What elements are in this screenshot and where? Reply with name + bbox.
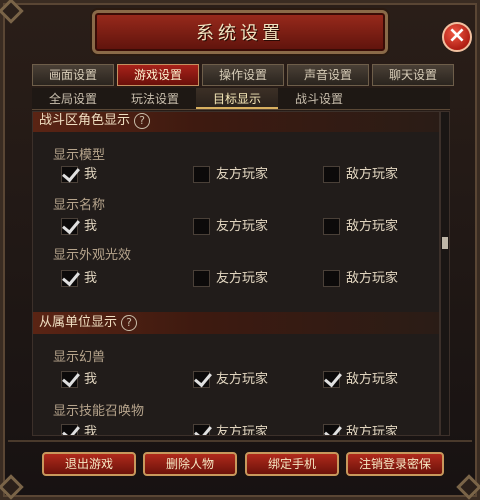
section-header-subordinate: 从属单位显示?	[33, 312, 439, 334]
section-title: 从属单位显示	[39, 315, 118, 330]
subtab-global[interactable]: 全局设置	[32, 88, 114, 109]
subtab-gameplay[interactable]: 玩法设置	[114, 88, 196, 109]
subtab-target-display[interactable]: 目标显示	[196, 88, 278, 109]
checkbox-effect-ally[interactable]: 友方玩家	[193, 270, 268, 290]
checkbox-summon-self[interactable]: 我	[61, 424, 97, 435]
checkbox-icon	[61, 371, 78, 388]
group-label: 显示名称	[53, 198, 106, 213]
tab-chat[interactable]: 聊天设置	[372, 64, 454, 86]
checkbox-icon	[193, 424, 210, 435]
checkbox-icon	[61, 218, 78, 235]
checkbox-name-enemy[interactable]: 敌方玩家	[323, 218, 398, 238]
checkbox-beast-ally[interactable]: 友方玩家	[193, 371, 268, 391]
checkbox-model-ally[interactable]: 友方玩家	[193, 166, 268, 186]
checkbox-icon	[193, 270, 210, 287]
delete-character-button[interactable]: 删除人物	[143, 452, 237, 476]
checkbox-icon	[193, 371, 210, 388]
tab-game[interactable]: 游戏设置	[117, 64, 199, 86]
cancel-login-protection-button[interactable]: 注销登录密保	[346, 452, 444, 476]
group-label: 显示模型	[53, 148, 106, 163]
help-icon[interactable]: ?	[121, 314, 138, 331]
checkbox-icon	[61, 270, 78, 287]
checkbox-icon	[323, 371, 340, 388]
checkbox-icon	[323, 270, 340, 287]
checkbox-name-self[interactable]: 我	[61, 218, 97, 238]
checkbox-icon	[61, 424, 78, 435]
window-title: 系统设置	[196, 23, 284, 44]
checkbox-icon	[61, 166, 78, 183]
checkbox-icon	[193, 166, 210, 183]
tab-controls[interactable]: 操作设置	[202, 64, 284, 86]
checkbox-beast-enemy[interactable]: 敌方玩家	[323, 371, 398, 391]
exit-game-button[interactable]: 退出游戏	[42, 452, 136, 476]
close-icon[interactable]: ×	[442, 22, 472, 52]
title-bar: 系统设置	[92, 10, 388, 54]
group-label: 显示技能召唤物	[53, 404, 145, 419]
checkbox-beast-self[interactable]: 我	[61, 371, 97, 391]
checkbox-icon	[193, 218, 210, 235]
bind-phone-button[interactable]: 绑定手机	[245, 452, 339, 476]
group-label: 显示外观光效	[53, 248, 132, 263]
group-label: 显示幻兽	[53, 350, 106, 365]
scrollbar-thumb[interactable]	[442, 237, 448, 249]
checkbox-model-enemy[interactable]: 敌方玩家	[323, 166, 398, 186]
subtab-combat[interactable]: 战斗设置	[278, 88, 360, 109]
checkbox-icon	[323, 424, 340, 435]
checkbox-effect-self[interactable]: 我	[61, 270, 97, 290]
checkbox-summon-ally[interactable]: 友方玩家	[193, 424, 268, 435]
checkbox-icon	[323, 218, 340, 235]
section-header-combat-roles: 战斗区角色显示?	[33, 112, 439, 132]
checkbox-model-self[interactable]: 我	[61, 166, 97, 186]
checkbox-summon-enemy[interactable]: 敌方玩家	[323, 424, 398, 435]
checkbox-icon	[323, 166, 340, 183]
checkbox-effect-enemy[interactable]: 敌方玩家	[323, 270, 398, 290]
tab-display[interactable]: 画面设置	[32, 64, 114, 86]
sub-tabs: 全局设置 玩法设置 目标显示 战斗设置	[32, 88, 450, 110]
settings-panel: 战斗区角色显示? 显示模型 我 友方玩家 敌方玩家 显示名称 我 友方玩家 敌方…	[32, 111, 440, 436]
main-tabs: 画面设置 游戏设置 操作设置 声音设置 聊天设置	[32, 64, 454, 86]
checkbox-name-ally[interactable]: 友方玩家	[193, 218, 268, 238]
scrollbar-track[interactable]	[440, 111, 450, 436]
section-title: 战斗区角色显示	[39, 113, 131, 128]
tab-sound[interactable]: 声音设置	[287, 64, 369, 86]
help-icon[interactable]: ?	[134, 112, 151, 129]
